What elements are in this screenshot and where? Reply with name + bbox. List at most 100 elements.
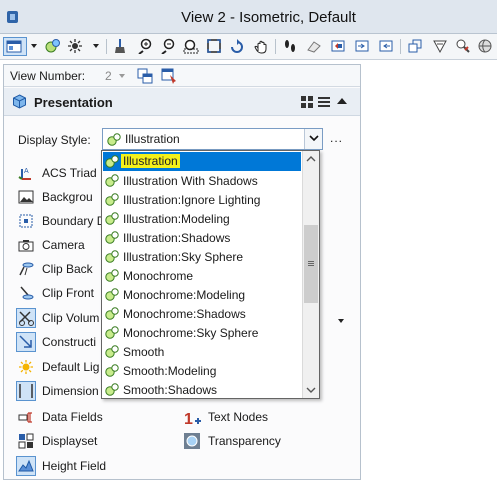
panel-item-label: ACS Triad	[42, 166, 97, 180]
fit-view-icon[interactable]	[206, 38, 222, 54]
display-style-icon	[105, 154, 120, 169]
display-style-icon	[107, 132, 122, 147]
lights-icon[interactable]	[67, 38, 83, 54]
chevron-down-icon[interactable]	[119, 74, 125, 78]
dimensions-icon	[16, 381, 36, 401]
clip-front-icon	[18, 285, 34, 301]
presentation-header[interactable]: Presentation	[4, 88, 360, 116]
text-nodes-icon: 1	[184, 409, 201, 428]
panel-item-label: Clip Volum	[42, 311, 100, 325]
view-toolbar	[0, 34, 497, 60]
display-style-row: Display Style: Illustration ...	[4, 127, 360, 151]
lights-dropdown[interactable]	[93, 44, 99, 48]
display-style-icon	[105, 268, 120, 283]
clip-back-icon	[18, 261, 34, 277]
dropdown-scrollbar[interactable]	[302, 151, 319, 398]
dropdown-option-label: Smooth	[123, 345, 165, 359]
render-icon[interactable]	[432, 38, 448, 54]
dropdown-option-label: Smooth:Shadows	[123, 383, 218, 397]
panel-item-label: Text Nodes	[208, 410, 269, 424]
chevron-down-icon[interactable]	[338, 319, 344, 323]
svg-text:A: A	[24, 168, 29, 175]
default-lighting-icon	[18, 359, 34, 375]
dropdown-option-label: Illustration With Shadows	[123, 174, 258, 188]
dropdown-option-label: Monochrome:Sky Sphere	[123, 326, 259, 340]
display-style-more-button[interactable]: ...	[330, 131, 343, 145]
dropdown-option[interactable]: Illustration:Ignore Lighting	[103, 190, 301, 209]
sphere-icon[interactable]	[477, 38, 493, 54]
display-style-label: Display Style:	[18, 133, 91, 147]
boundary-icon	[18, 213, 34, 229]
panel-item-label: Constructi	[42, 335, 97, 349]
dropdown-option[interactable]: Smooth:Shadows	[103, 380, 301, 398]
dropdown-option-label: Smooth:Modeling	[123, 364, 217, 378]
dropdown-option-label: Illustration:Ignore Lighting	[123, 193, 261, 207]
scroll-down-icon[interactable]	[303, 381, 319, 398]
dropdown-option-label: Illustration:Modeling	[123, 212, 230, 226]
data-fields-icon	[18, 409, 34, 425]
dropdown-option-label: Monochrome:Modeling	[123, 288, 246, 302]
view-previous-icon[interactable]	[330, 38, 346, 54]
camera-icon[interactable]	[455, 38, 471, 54]
panel-item-label: Boundary D	[42, 214, 106, 228]
view-number-value[interactable]: 2	[105, 69, 112, 83]
dropdown-option-label: Monochrome	[123, 269, 194, 283]
display-style-icon	[105, 325, 120, 340]
displayset-icon	[18, 433, 34, 449]
display-style-dropdown-list[interactable]: Illustration Illustration With Shadows I…	[101, 150, 320, 399]
collapse-icon[interactable]	[337, 98, 347, 104]
perspective-icon[interactable]	[407, 38, 423, 54]
acs-triad-icon: A	[18, 165, 34, 181]
zoom-out-icon[interactable]	[160, 38, 176, 54]
dropdown-option[interactable]: Monochrome:Shadows	[103, 304, 301, 323]
display-style-icon	[105, 230, 120, 245]
pan-view-icon[interactable]	[253, 38, 269, 54]
view-next-icon[interactable]	[354, 38, 370, 54]
clip-volume-icon[interactable]	[306, 38, 322, 54]
dropdown-option[interactable]: Monochrome:Sky Sphere	[103, 323, 301, 342]
dropdown-option[interactable]: Illustration:Sky Sphere	[103, 247, 301, 266]
window-title: View 2 - Isometric, Default	[181, 9, 356, 26]
panel-item-label: Default Lig	[42, 360, 100, 374]
panel-item-label: Height Field	[42, 459, 107, 473]
dropdown-option-label: Illustration:Shadows	[123, 231, 231, 245]
dropdown-option[interactable]: Monochrome:Modeling	[103, 285, 301, 304]
view-attributes-icon[interactable]	[45, 38, 61, 54]
scrollbar-thumb[interactable]	[304, 225, 318, 303]
scroll-up-icon[interactable]	[303, 151, 319, 168]
view-number-label: View Number:	[10, 69, 86, 83]
rotate-view-icon[interactable]	[229, 38, 245, 54]
view-display-icon[interactable]	[3, 37, 27, 56]
clip-volume-icon	[16, 308, 36, 328]
dropdown-option[interactable]: Smooth	[103, 342, 301, 361]
copy-view-icon[interactable]	[378, 38, 394, 54]
view-display-dropdown[interactable]	[31, 44, 37, 48]
height-field-icon	[16, 456, 36, 476]
dropdown-option[interactable]: Monochrome	[103, 266, 301, 285]
svg-text:1: 1	[184, 411, 193, 427]
panel-item-label: Transparency	[208, 434, 281, 448]
walk-icon[interactable]	[282, 38, 298, 54]
dropdown-option[interactable]: Illustration:Shadows	[103, 228, 301, 247]
dropdown-option[interactable]: Illustration With Shadows	[103, 171, 301, 190]
select-view-icon[interactable]	[161, 68, 177, 84]
panel-item-label: Camera	[42, 238, 85, 252]
brush-icon[interactable]	[112, 38, 128, 54]
dropdown-option[interactable]: Illustration:Modeling	[103, 209, 301, 228]
dropdown-option-label: Monochrome:Shadows	[123, 307, 246, 321]
panel-item-label: Clip Back	[42, 262, 93, 276]
construction-icon	[16, 332, 36, 352]
grid-view-icon[interactable]	[301, 96, 313, 108]
display-style-icon	[105, 306, 120, 321]
window-area-icon[interactable]	[183, 38, 199, 54]
copy-settings-icon[interactable]	[137, 68, 153, 84]
display-style-icon	[105, 211, 120, 226]
list-view-icon[interactable]	[318, 96, 330, 108]
display-style-dropdown-button[interactable]	[304, 129, 322, 149]
zoom-in-icon[interactable]	[137, 38, 153, 54]
dropdown-option-label: Illustration:Sky Sphere	[123, 250, 244, 264]
transparency-icon	[184, 433, 200, 449]
dropdown-option-selected[interactable]: Illustration	[103, 152, 301, 171]
dropdown-option[interactable]: Smooth:Modeling	[103, 361, 301, 380]
display-style-select[interactable]: Illustration	[102, 128, 323, 150]
